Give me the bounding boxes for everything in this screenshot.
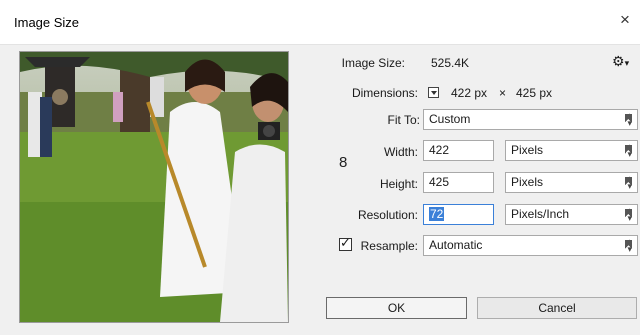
resolution-input[interactable]: 72 — [423, 204, 494, 225]
resample-value: Automatic — [429, 238, 483, 252]
resolution-unit-value: Pixels/Inch — [511, 207, 570, 221]
image-size-value: 525.4K — [431, 56, 470, 70]
resolution-value: 72 — [429, 207, 445, 221]
title-bar: Image Size × — [0, 0, 640, 45]
resample-label: Resample: — [360, 239, 418, 253]
width-unit-value: Pixels — [511, 143, 544, 157]
height-unit-select[interactable]: Pixels ▴ ▾ — [505, 172, 638, 193]
dimensions-label: Dimensions: — [351, 86, 418, 100]
gear-caret-icon: ▾ — [624, 58, 630, 68]
dialog-title: Image Size — [14, 15, 80, 30]
cancel-button[interactable]: Cancel — [477, 297, 637, 319]
image-preview[interactable] — [19, 51, 289, 323]
resample-select[interactable]: Automatic ▴ ▾ — [423, 235, 638, 256]
fit-to-select[interactable]: Custom ▴ ▾ — [423, 109, 638, 130]
image-size-label: Image Size: — [341, 56, 405, 70]
resolution-unit-select[interactable]: Pixels/Inch ▴ ▾ — [505, 204, 638, 225]
select-arrows-icon: ▴ ▾ — [627, 205, 632, 223]
width-input[interactable]: 422 — [423, 140, 494, 161]
height-label: Height: — [379, 177, 418, 191]
dimensions-width-value: 422 px — [451, 86, 488, 100]
preview-photo — [20, 52, 288, 322]
select-arrows-icon: ▴ ▾ — [627, 141, 632, 159]
width-label: Width: — [383, 145, 418, 159]
select-arrows-icon: ▴ ▾ — [627, 236, 632, 254]
select-arrows-icon: ▴ ▾ — [627, 173, 632, 191]
dimensions-menu-icon[interactable] — [428, 87, 439, 98]
resolution-label: Resolution: — [357, 208, 418, 222]
height-input[interactable]: 425 — [423, 172, 494, 193]
dimensions-height-value: 425 px — [516, 86, 553, 100]
width-unit-select[interactable]: Pixels ▴ ▾ — [505, 140, 638, 161]
height-unit-value: Pixels — [511, 175, 544, 189]
close-icon[interactable]: × — [616, 11, 634, 29]
gear-glyph: ⚙ — [612, 53, 625, 69]
gear-icon[interactable]: ⚙▾ — [612, 53, 629, 70]
fit-to-value: Custom — [429, 112, 471, 126]
ok-button[interactable]: OK — [326, 297, 467, 319]
dimensions-times: × — [499, 86, 507, 100]
select-arrows-icon: ▴ ▾ — [627, 110, 632, 128]
fit-to-label: Fit To: — [387, 113, 420, 127]
